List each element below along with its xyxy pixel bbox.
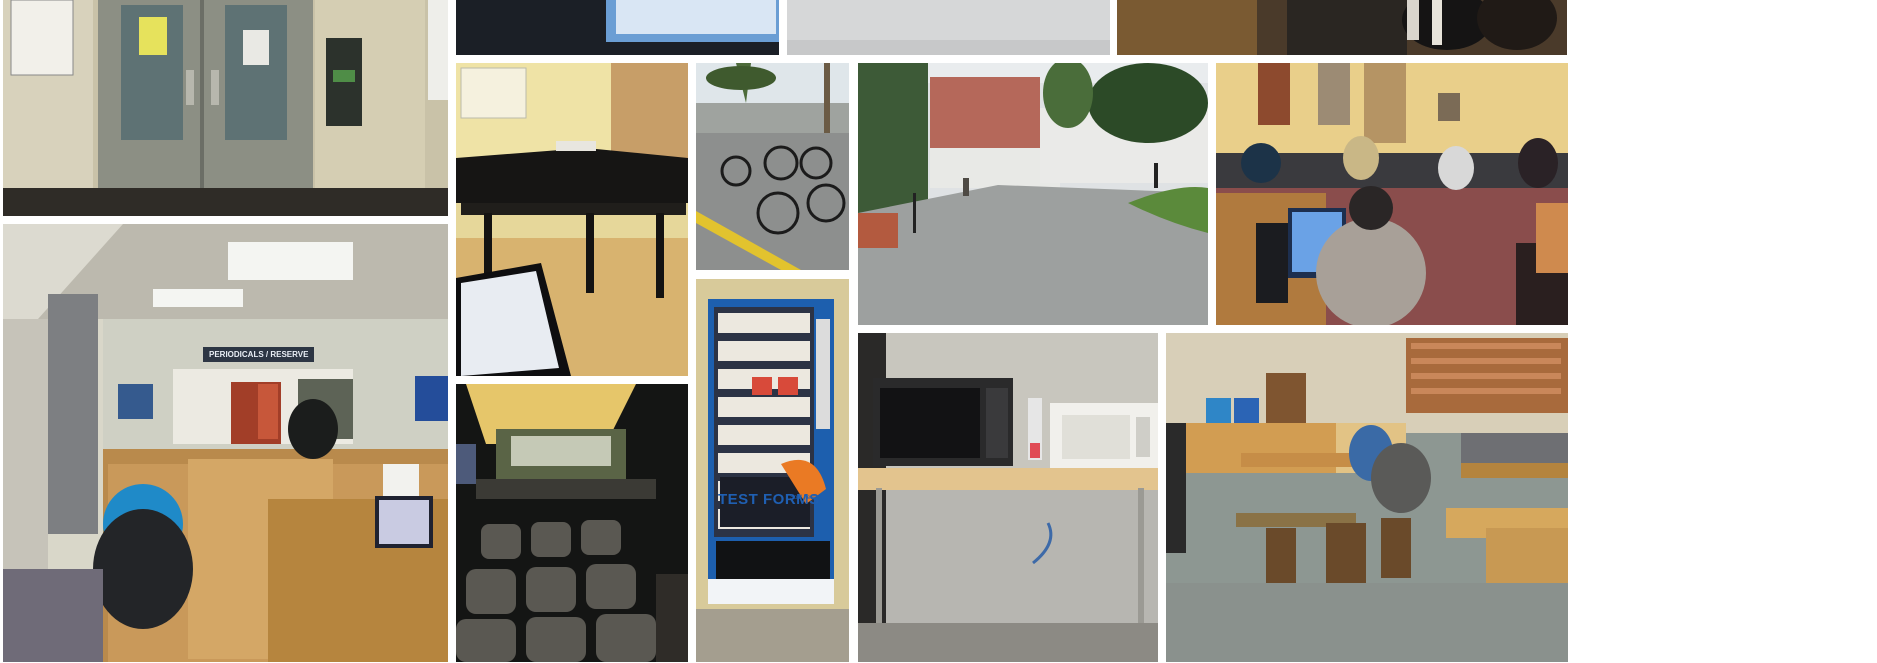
vending-machine-sublabel: Sold here <box>790 495 816 501</box>
photo-vending-machine: TEST FORMS Sold here <box>696 279 849 662</box>
photo-top-wall <box>787 0 1110 55</box>
photo-library-tables <box>1166 333 1568 662</box>
desk-sign: PERIODICALS / RESERVE <box>203 347 315 362</box>
photo-doors <box>3 0 448 216</box>
photo-auditorium <box>456 384 688 662</box>
photo-bikes <box>696 63 849 270</box>
photo-microwaves <box>858 333 1158 662</box>
photo-computer-lab <box>1216 63 1568 325</box>
photo-campus <box>858 63 1208 325</box>
photo-top-laptop <box>456 0 779 55</box>
photo-library-desk: PERIODICALS / RESERVE <box>3 224 448 662</box>
photo-piano <box>456 63 688 376</box>
photo-top-bags <box>1117 0 1567 55</box>
